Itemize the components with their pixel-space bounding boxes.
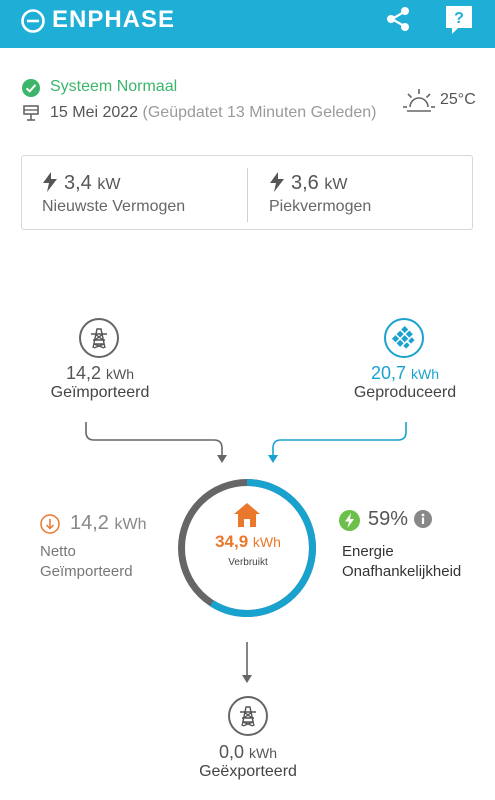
exported-unit: kWh bbox=[249, 745, 278, 761]
power-tower-icon bbox=[240, 706, 256, 727]
consumed-value: 34,9 bbox=[215, 532, 249, 551]
consumed-unit: kWh bbox=[252, 534, 281, 550]
net-imported-energy: 14,2 kWh bbox=[70, 512, 147, 535]
independence-label-line1: Energie bbox=[342, 543, 394, 560]
exported-value: 0,0 bbox=[218, 742, 244, 762]
grid-flow-arrowhead bbox=[217, 455, 227, 463]
bolt-circle-icon bbox=[339, 510, 360, 531]
info-icon[interactable] bbox=[414, 510, 432, 528]
net-imported-value: 14,2 bbox=[70, 512, 109, 534]
solar-flow-line bbox=[272, 422, 407, 457]
net-imported-label-line1: Netto bbox=[40, 543, 76, 560]
independence-value: 59% bbox=[368, 508, 409, 530]
exported-label: Geëxporteerd bbox=[199, 763, 297, 780]
export-flow-arrowhead bbox=[242, 675, 252, 683]
house-icon bbox=[234, 503, 260, 527]
net-imported-unit: kWh bbox=[114, 516, 147, 533]
solar-flow-arrowhead bbox=[268, 455, 278, 463]
exported-energy: 0,0 kWh bbox=[188, 742, 308, 763]
independence-label-line2: Onafhankelijkheid bbox=[342, 563, 462, 580]
net-imported-label-line2: Geïmporteerd bbox=[40, 563, 133, 580]
consumed-label: Verbruikt bbox=[228, 557, 268, 568]
grid-flow-line bbox=[85, 422, 223, 457]
net-imported-label: Netto Geïmporteerd bbox=[40, 542, 133, 582]
independence-label: Energie Onafhankelijkheid bbox=[342, 542, 461, 582]
grid-export-icon bbox=[228, 696, 268, 736]
consumed-energy: 34,9 kWh bbox=[196, 532, 300, 552]
download-arrow-icon bbox=[40, 514, 60, 534]
energy-flow-lines bbox=[85, 422, 407, 683]
